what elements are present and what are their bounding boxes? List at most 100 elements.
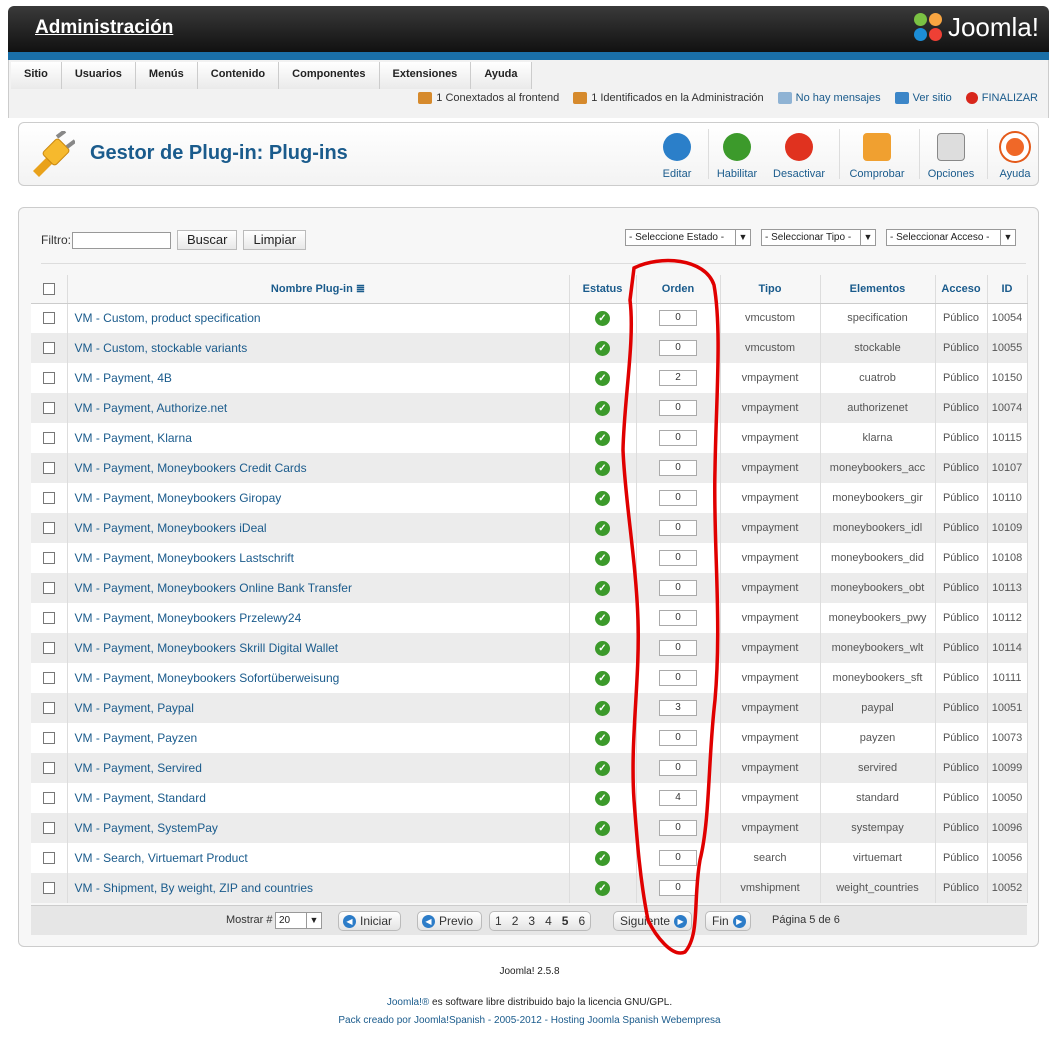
end-button[interactable]: Fin ▶ (705, 911, 751, 931)
view-site-link[interactable]: Ver sitio (913, 91, 952, 105)
enabled-check-icon[interactable]: ✓ (595, 310, 610, 326)
enabled-check-icon[interactable]: ✓ (595, 670, 610, 686)
order-input[interactable]: 0 (659, 670, 697, 686)
row-checkbox[interactable] (42, 732, 55, 745)
order-input[interactable]: 0 (659, 640, 697, 656)
order-input[interactable]: 0 (659, 580, 697, 596)
row-checkbox[interactable] (42, 822, 55, 835)
order-input[interactable]: 0 (659, 490, 697, 506)
logout-link[interactable]: FINALIZAR (982, 91, 1038, 105)
plugin-name-link[interactable]: VM - Payment, Authorize.net (67, 393, 570, 423)
enabled-check-icon[interactable]: ✓ (595, 850, 610, 866)
enabled-check-icon[interactable]: ✓ (595, 730, 610, 746)
col-type-header[interactable]: Tipo (720, 275, 821, 304)
row-checkbox[interactable] (42, 852, 55, 865)
enabled-check-icon[interactable]: ✓ (595, 460, 610, 476)
joomla-link[interactable]: Joomla!® (387, 997, 429, 1008)
row-checkbox[interactable] (42, 342, 55, 355)
search-button[interactable]: Buscar (177, 230, 238, 250)
enabled-check-icon[interactable]: ✓ (595, 700, 610, 716)
enabled-check-icon[interactable]: ✓ (595, 790, 610, 806)
plugin-name-link[interactable]: VM - Custom, stockable variants (67, 333, 570, 363)
plugin-name-link[interactable]: VM - Search, Virtuemart Product (67, 843, 570, 873)
order-input[interactable]: 0 (659, 310, 697, 327)
plugin-name-link[interactable]: VM - Payment, Moneybookers Skrill Digita… (67, 633, 570, 663)
col-access-header[interactable]: Acceso (935, 275, 988, 304)
row-checkbox[interactable] (42, 372, 55, 385)
plugin-name-link[interactable]: VM - Payment, Payzen (67, 723, 570, 753)
plugin-name-link[interactable]: VM - Payment, Paypal (67, 693, 570, 723)
menu-item-usuarios[interactable]: Usuarios (61, 62, 136, 89)
col-id-header[interactable]: ID (987, 275, 1028, 304)
col-element-header[interactable]: Elementos (820, 275, 936, 304)
order-input[interactable]: 0 (659, 430, 697, 446)
row-checkbox[interactable] (42, 582, 55, 595)
row-checkbox[interactable] (42, 522, 55, 535)
plugin-name-link[interactable]: VM - Payment, SystemPay (67, 813, 570, 843)
enabled-check-icon[interactable]: ✓ (595, 400, 610, 416)
row-checkbox[interactable] (42, 642, 55, 655)
row-checkbox[interactable] (42, 672, 55, 685)
plugin-name-link[interactable]: VM - Payment, Moneybookers Giropay (67, 483, 570, 513)
row-checkbox[interactable] (42, 312, 55, 325)
type-select[interactable]: - Seleccionar Tipo - ▼ (761, 229, 876, 246)
row-checkbox[interactable] (42, 432, 55, 445)
plugin-name-link[interactable]: VM - Payment, Moneybookers Sofortüberwei… (67, 663, 570, 693)
row-checkbox[interactable] (42, 882, 55, 895)
filter-input[interactable] (72, 232, 171, 249)
enabled-check-icon[interactable]: ✓ (595, 880, 610, 896)
plugin-name-link[interactable]: VM - Custom, product specification (67, 303, 570, 333)
page-number[interactable]: 3 (528, 912, 535, 930)
plugin-name-link[interactable]: VM - Payment, Klarna (67, 423, 570, 453)
row-checkbox[interactable] (42, 612, 55, 625)
row-checkbox[interactable] (42, 492, 55, 505)
enabled-check-icon[interactable]: ✓ (595, 760, 610, 776)
admin-title-link[interactable]: Administración (35, 17, 173, 39)
prev-button[interactable]: ◀ Previo (417, 911, 483, 931)
enabled-check-icon[interactable]: ✓ (595, 370, 610, 386)
menu-item-extensiones[interactable]: Extensiones (379, 62, 472, 89)
order-input[interactable]: 0 (659, 550, 697, 566)
row-checkbox[interactable] (42, 462, 55, 475)
order-input[interactable]: 3 (659, 700, 697, 716)
plugin-name-link[interactable]: VM - Payment, Moneybookers Credit Cards (67, 453, 570, 483)
plugin-name-link[interactable]: VM - Payment, Moneybookers iDeal (67, 513, 570, 543)
col-name-header[interactable]: Nombre Plug-in ≣ (67, 275, 570, 304)
enabled-check-icon[interactable]: ✓ (595, 580, 610, 596)
plugin-name-link[interactable]: VM - Payment, Moneybookers Przelewy24 (67, 603, 570, 633)
enabled-check-icon[interactable]: ✓ (595, 520, 610, 536)
help-button[interactable]: Ayuda (985, 130, 1045, 180)
page-number[interactable]: 4 (545, 912, 552, 930)
enabled-check-icon[interactable]: ✓ (595, 610, 610, 626)
edit-button[interactable]: Editar (647, 130, 707, 180)
plugin-name-link[interactable]: VM - Shipment, By weight, ZIP and countr… (67, 873, 570, 903)
check-in-button[interactable]: Comprobar (847, 130, 907, 180)
order-input[interactable]: 0 (659, 730, 697, 746)
row-checkbox[interactable] (42, 402, 55, 415)
select-all-checkbox[interactable] (42, 282, 55, 295)
menu-item-contenido[interactable]: Contenido (197, 62, 280, 89)
menu-item-menus[interactable]: Menús (135, 62, 198, 89)
order-input[interactable]: 0 (659, 460, 697, 476)
order-input[interactable]: 2 (659, 370, 697, 386)
show-limit-select[interactable]: 20 ▼ (275, 912, 322, 929)
enabled-check-icon[interactable]: ✓ (595, 640, 610, 656)
messages-link[interactable]: No hay mensajes (796, 91, 881, 105)
plugin-name-link[interactable]: VM - Payment, Moneybookers Lastschrift (67, 543, 570, 573)
start-button[interactable]: ◀ Iniciar (338, 911, 402, 931)
pack-link[interactable]: Pack creado por Joomla!Spanish - 2005-20… (338, 1015, 720, 1026)
enabled-check-icon[interactable]: ✓ (595, 490, 610, 506)
enable-button[interactable]: Habilitar (707, 130, 767, 180)
order-input[interactable]: 0 (659, 850, 697, 866)
order-input[interactable]: 0 (659, 400, 697, 416)
page-number[interactable]: 1 (495, 912, 502, 930)
enabled-check-icon[interactable]: ✓ (595, 820, 610, 836)
plugin-name-link[interactable]: VM - Payment, Servired (67, 753, 570, 783)
col-status-header[interactable]: Estatus (569, 275, 637, 304)
menu-item-componentes[interactable]: Componentes (279, 62, 380, 89)
access-select[interactable]: - Seleccionar Acceso - ▼ (886, 229, 1016, 246)
page-number[interactable]: 6 (578, 912, 585, 930)
plugin-name-link[interactable]: VM - Payment, Moneybookers Online Bank T… (67, 573, 570, 603)
plugin-name-link[interactable]: VM - Payment, 4B (67, 363, 570, 393)
order-input[interactable]: 4 (659, 790, 697, 806)
